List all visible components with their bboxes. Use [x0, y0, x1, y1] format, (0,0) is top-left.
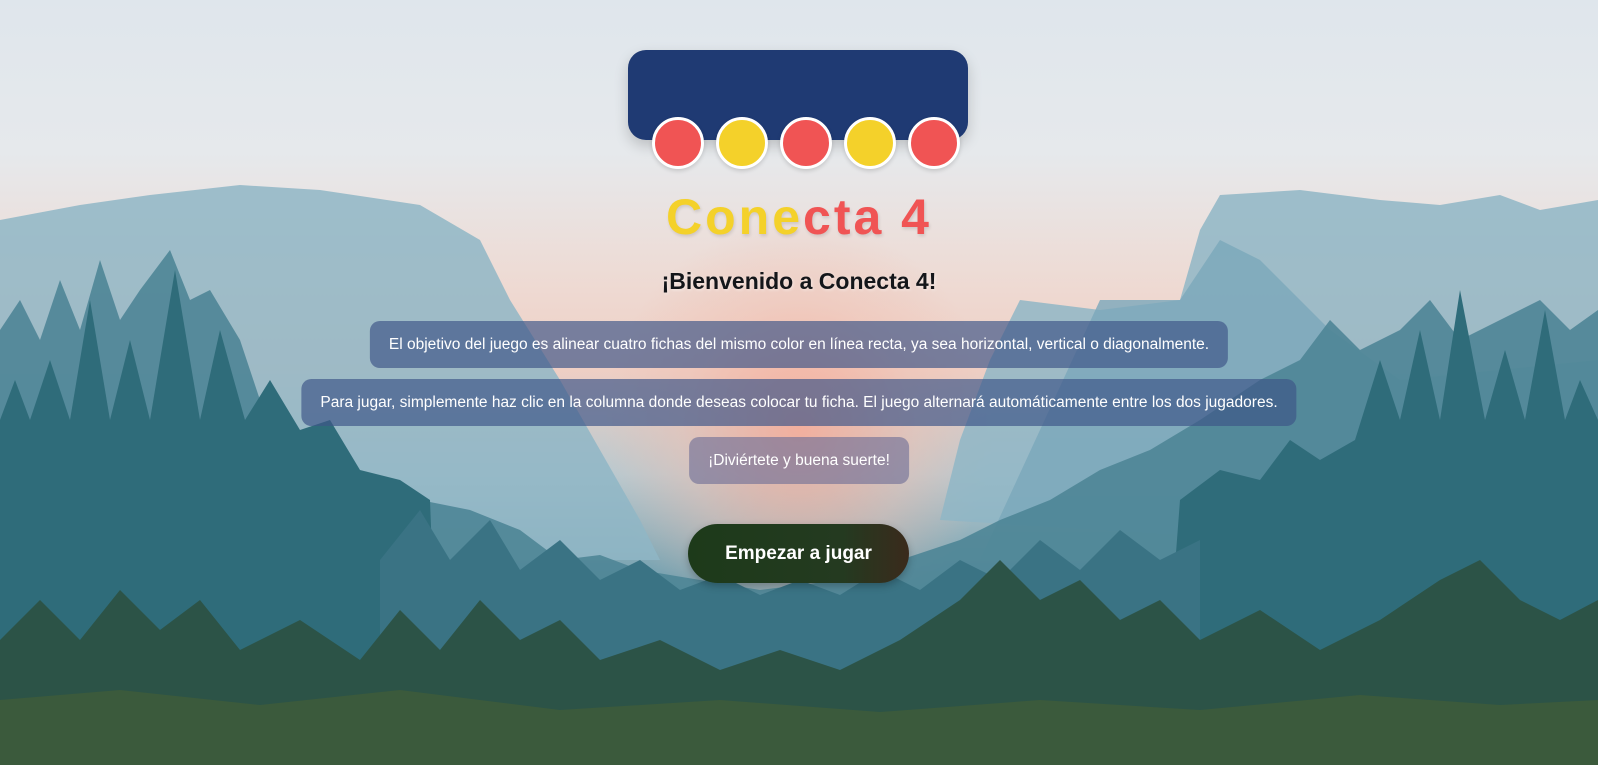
- game-title: Conecta 4: [0, 188, 1598, 246]
- red-disc-icon: [780, 117, 832, 169]
- how-to-play-panel: Para jugar, simplemente haz clic en la c…: [301, 379, 1297, 426]
- red-disc-icon: [908, 117, 960, 169]
- welcome-screen: Conecta 4 ¡Bienvenido a Conecta 4! El ob…: [0, 0, 1598, 765]
- welcome-heading: ¡Bienvenido a Conecta 4!: [661, 268, 937, 294]
- yellow-disc-icon: [844, 117, 896, 169]
- title-part-red: cta 4: [803, 189, 932, 245]
- logo-discs: [652, 117, 960, 169]
- good-luck-panel: ¡Diviértete y buena suerte!: [689, 437, 909, 484]
- title-part-yellow: Cone: [666, 189, 804, 245]
- start-game-button[interactable]: Empezar a jugar: [688, 524, 909, 583]
- objective-panel: El objetivo del juego es alinear cuatro …: [369, 321, 1229, 368]
- red-disc-icon: [652, 117, 704, 169]
- yellow-disc-icon: [716, 117, 768, 169]
